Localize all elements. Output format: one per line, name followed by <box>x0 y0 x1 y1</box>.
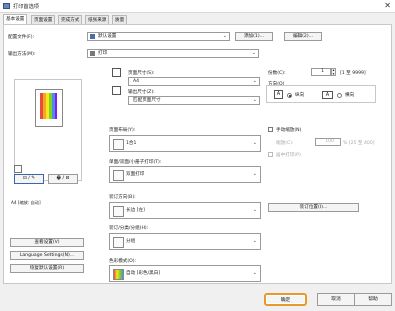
chevron-down-icon: ⌄ <box>252 171 257 177</box>
binding-label: 装订方向(B): <box>109 195 136 200</box>
stack-icon <box>14 165 22 173</box>
page-size-select[interactable]: A4 ⌄ <box>128 77 260 86</box>
copies-spinner[interactable]: ▴ ▾ <box>331 68 336 76</box>
binding-select[interactable]: 长边 [左] ⌄ <box>109 202 261 219</box>
close-icon[interactable]: ✕ <box>384 1 391 10</box>
output-size-label: 输出尺寸(Z): <box>128 90 155 95</box>
duplex-icon <box>113 170 124 181</box>
page-layout-label: 页面布局(Y): <box>109 128 136 133</box>
page-size-icon <box>112 68 121 77</box>
profile-icon <box>90 34 95 39</box>
print-style-select[interactable]: 双面打印 ⌄ <box>109 166 261 183</box>
collate-value: 分组 <box>126 239 136 244</box>
manual-scaling-label: 手动缩放(N) <box>276 128 302 133</box>
profile-label: 配置文件(F): <box>8 35 35 40</box>
profile-value: 默认设置 <box>98 34 117 39</box>
language-settings-button[interactable]: Language Settings(N)... <box>10 251 84 260</box>
chevron-down-icon: ⌄ <box>252 97 257 103</box>
collate-select[interactable]: 分组 ⌄ <box>109 233 261 250</box>
copies-range: [1 至 9999] <box>340 71 366 76</box>
page-layout-value: 1合1 <box>126 141 137 146</box>
cancel-button[interactable]: 取消 <box>317 293 355 306</box>
page-layout-select[interactable]: 1合1 ⌄ <box>109 135 261 152</box>
binding-icon <box>113 206 124 217</box>
preview-printer-button[interactable]: 🖶 / ⊟ <box>48 174 78 184</box>
chevron-down-icon: ⌄ <box>252 270 257 276</box>
print-icon <box>90 51 95 56</box>
copies-label: 份数(C): <box>268 71 286 76</box>
scale-input[interactable]: 100 <box>315 138 341 146</box>
collate-icon <box>113 237 124 248</box>
print-style-label: 单面/双面/小册子打印(T): <box>109 160 162 165</box>
print-center-checkbox[interactable] <box>268 152 273 157</box>
color-mode-icon <box>113 269 124 280</box>
color-stripes-icon <box>40 93 57 119</box>
profile-select[interactable]: 默认设置 ⌄ <box>87 32 230 41</box>
copies-input[interactable]: 1 <box>311 68 331 76</box>
chevron-down-icon: ⌄ <box>251 50 256 56</box>
binding-location-button[interactable]: 装订位置(I)... <box>268 203 359 212</box>
title-bar: 打印首选项 ✕ <box>0 0 395 13</box>
landscape-icon: A <box>322 91 333 99</box>
output-method-value: 打印 <box>98 51 108 56</box>
manual-scaling-checkbox[interactable] <box>268 127 273 132</box>
chevron-down-icon: ⌄ <box>252 78 257 84</box>
color-mode-value: 自动 [彩色/黑白] <box>126 271 161 276</box>
add-profile-button[interactable]: 添加(1)... <box>235 32 273 41</box>
scale-range: % [25 至 400] <box>343 141 375 146</box>
landscape-label: 横向 <box>345 93 355 98</box>
restore-defaults-button[interactable]: 恢复默认设置(R) <box>10 264 84 273</box>
preview-page-button[interactable]: ⊡ / ✎ <box>14 174 44 184</box>
help-button[interactable]: 帮助 <box>354 293 392 306</box>
chevron-down-icon: ⌄ <box>252 140 257 146</box>
settings-panel: 配置文件(F): 默认设置 ⌄ 添加(1)... 编辑(2)... 输出方法(M… <box>3 24 392 284</box>
page-size-value: A4 <box>133 79 140 84</box>
preview-page <box>35 89 63 127</box>
chevron-down-icon: ⌄ <box>252 207 257 213</box>
preview-mode-group: ⊡ / ✎ 🖶 / ⊟ <box>14 165 80 184</box>
page-size-label: 页面尺寸(S): <box>128 71 155 76</box>
collate-label: 装订/分类/分组(H): <box>109 226 149 231</box>
binding-value: 长边 [左] <box>126 208 145 213</box>
output-size-select[interactable]: 匹配页面尺寸 ⌄ <box>128 96 260 105</box>
portrait-radio[interactable] <box>287 93 292 98</box>
color-mode-select[interactable]: 自动 [彩色/黑白] ⌄ <box>109 265 261 282</box>
orientation-group: A 纵向 A 横向 <box>266 85 376 103</box>
window-title: 打印首选项 <box>13 4 39 10</box>
printer-icon <box>3 3 10 9</box>
landscape-radio[interactable] <box>337 93 342 98</box>
portrait-label: 纵向 <box>295 93 305 98</box>
color-mode-label: 色彩模式(O): <box>109 259 137 264</box>
output-size-icon <box>112 86 121 95</box>
view-settings-button[interactable]: 查看设置(V) <box>10 238 84 247</box>
print-style-value: 双面打印 <box>126 172 145 177</box>
output-size-value: 匹配页面尺寸 <box>133 98 161 103</box>
output-method-label: 输出方法(M): <box>8 52 36 57</box>
chevron-down-icon: ⌄ <box>222 33 227 39</box>
print-center-label: 居中打印(P) <box>276 153 301 158</box>
portrait-icon: A <box>274 90 283 99</box>
scale-label: 缩放(C): <box>276 141 294 146</box>
ok-button[interactable]: 确定 <box>264 293 307 306</box>
output-method-select[interactable]: 打印 ⌄ <box>87 49 259 58</box>
chevron-down-icon: ⌄ <box>252 238 257 244</box>
edit-profile-button[interactable]: 编辑(2)... <box>284 32 322 41</box>
page-layout-icon <box>113 139 124 150</box>
preview-caption: A4 [缩放: 自动] <box>11 200 41 205</box>
